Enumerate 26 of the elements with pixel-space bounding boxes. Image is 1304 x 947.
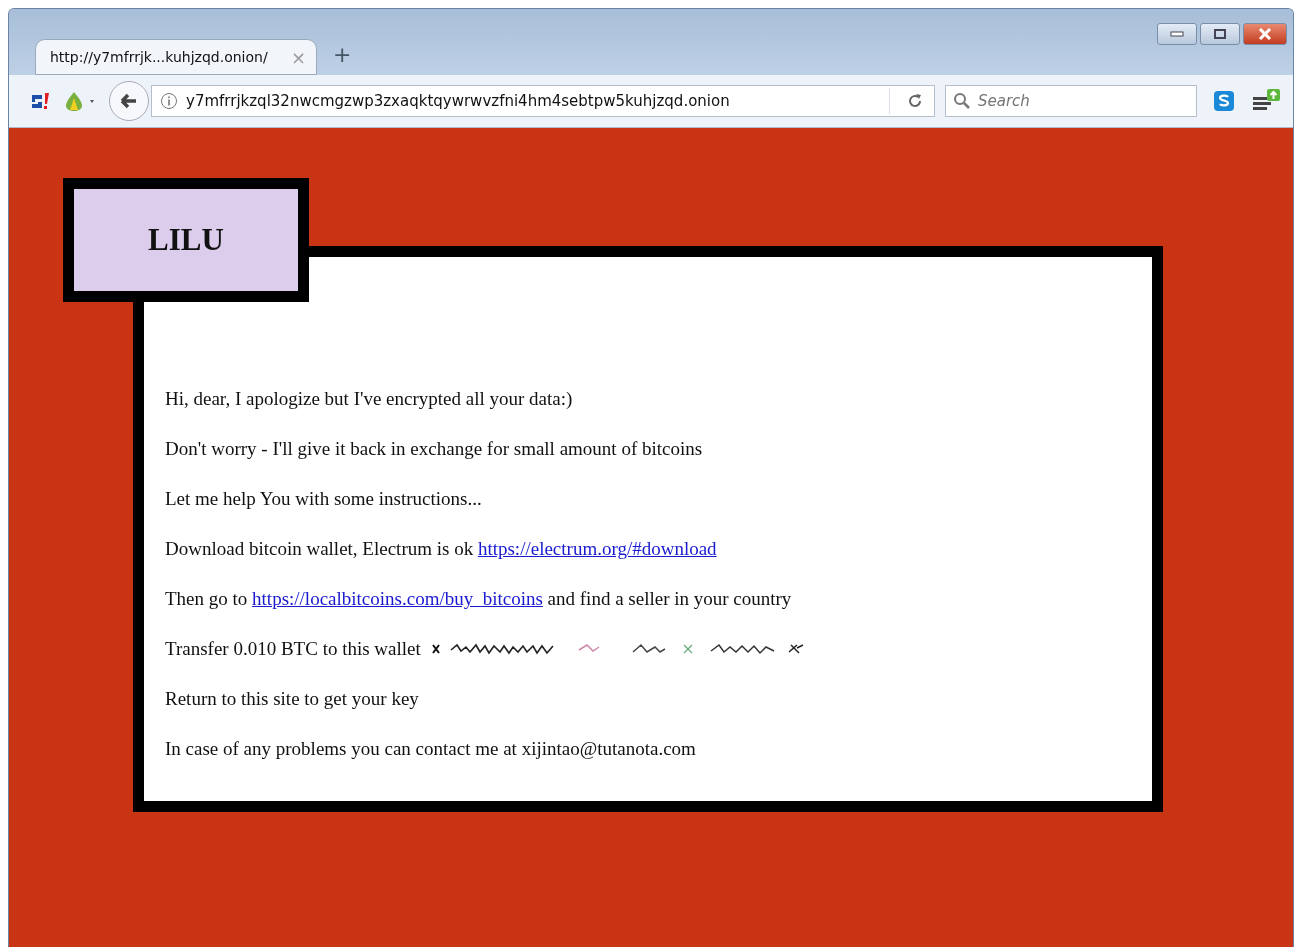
note-text: Transfer 0.010 BTC to this wallet xyxy=(165,637,421,661)
new-tab-button[interactable]: + xyxy=(333,42,352,67)
note-text: Return to this site to get your key xyxy=(165,687,420,711)
search-icon xyxy=(953,92,971,110)
note-text: Let me help You with some instructions... xyxy=(165,487,483,511)
address-bar[interactable]: y7mfrrjkzql32nwcmgzwp3zxaqktqywrwvzfni4hm4sebtpw5kuhjzqd.onion xyxy=(151,85,935,117)
note-text: In case of any problems you can contact me at xijintao@tutanota.com xyxy=(165,737,697,761)
link[interactable]: https://electrum.org/#download xyxy=(477,538,717,559)
note-text: Download bitcoin wallet, Electrum is ok https://electrum.org/#download xyxy=(165,537,718,561)
reload-icon[interactable] xyxy=(906,92,924,110)
note-text: Then go to https://localbitcoins.com/buy_bitcoins and find a seller in your country xyxy=(165,587,793,611)
browser-tab[interactable]: http://y7mfrrjk...kuhjzqd.onion/ × xyxy=(35,39,317,75)
info-icon[interactable] xyxy=(160,92,178,110)
maximize-icon xyxy=(1214,29,1226,39)
minimize-button[interactable] xyxy=(1157,23,1197,45)
page-heading: LILU xyxy=(148,222,224,258)
minimize-icon xyxy=(1170,31,1184,37)
note-text: Don't worry - I'll give it back in exchange for small amount of bitcoins xyxy=(165,437,704,461)
back-arrow-icon xyxy=(119,91,139,111)
link[interactable]: https://localbitcoins.com/buy_bitcoins xyxy=(252,588,543,609)
note-text: Hi, dear, I apologize but I've encrypted all your data:) xyxy=(165,387,574,411)
close-button[interactable] xyxy=(1243,23,1287,45)
search-field[interactable]: Search xyxy=(945,85,1197,117)
maximize-button[interactable] xyxy=(1200,23,1240,45)
close-icon xyxy=(1258,28,1272,40)
back-button[interactable] xyxy=(109,81,149,121)
